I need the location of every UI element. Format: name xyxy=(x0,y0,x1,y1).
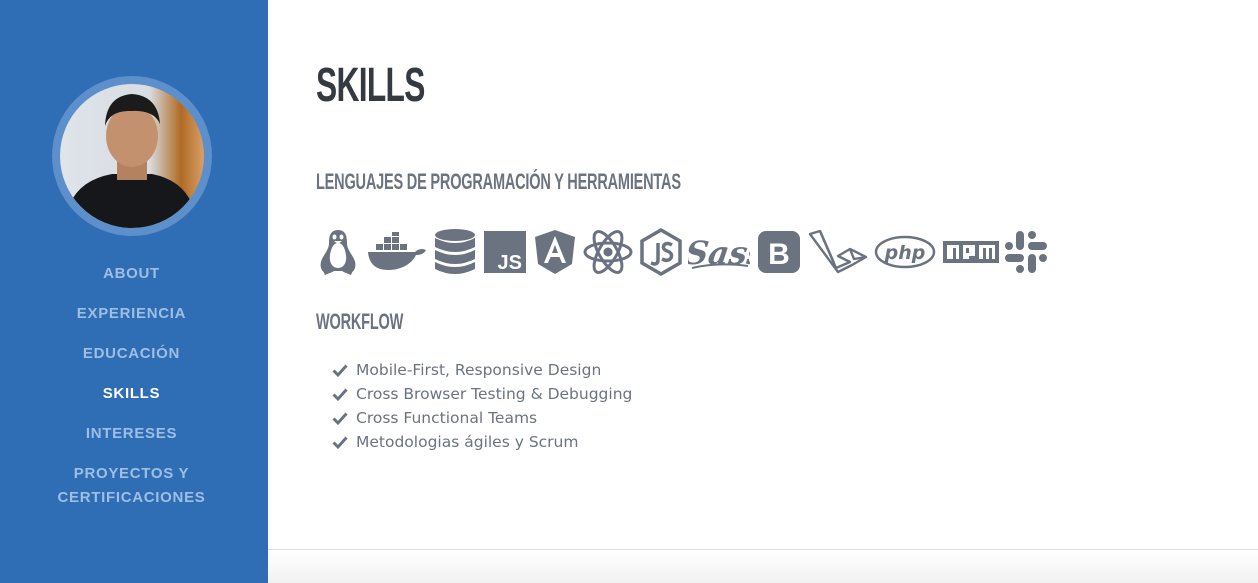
check-icon xyxy=(332,412,348,426)
database-icon xyxy=(433,228,477,276)
js-icon: JS xyxy=(484,228,526,276)
profile-avatar xyxy=(52,76,212,236)
slack-icon xyxy=(1004,228,1048,276)
svg-text:B: B xyxy=(768,238,790,271)
svg-text:php: php xyxy=(884,242,926,264)
workflow-item-text: Metodologias ágiles y Scrum xyxy=(356,433,579,451)
list-item: Metodologias ágiles y Scrum xyxy=(332,430,632,454)
sass-icon: Sass xyxy=(688,228,750,276)
workflow-item-text: Mobile-First, Responsive Design xyxy=(356,361,602,379)
angular-icon xyxy=(535,228,575,276)
list-item: Cross Functional Teams xyxy=(332,406,632,430)
nav-about[interactable]: About xyxy=(0,262,263,286)
list-item: Mobile-First, Responsive Design xyxy=(332,358,632,382)
main-nav: About Experiencia Educación Skills Inter… xyxy=(0,262,263,510)
nav-educacion[interactable]: Educación xyxy=(0,342,263,366)
php-icon: php xyxy=(874,228,936,276)
nav-experiencia[interactable]: Experiencia xyxy=(0,302,263,326)
workflow-heading: WORKFLOW xyxy=(316,309,404,334)
check-icon xyxy=(332,364,348,378)
tech-icons-row: JS Sass B php xyxy=(316,228,1056,276)
workflow-item-text: Cross Browser Testing & Debugging xyxy=(356,385,633,403)
npm-icon xyxy=(942,228,1000,276)
languages-heading: LENGUAJES DE PROGRAMACIÓN Y HERRAMIENTAS xyxy=(316,169,681,194)
docker-icon xyxy=(366,228,428,276)
linux-icon xyxy=(316,228,360,276)
nav-skills[interactable]: Skills xyxy=(0,382,263,406)
nav-proyectos-label: Proyectos y xyxy=(73,465,190,482)
nav-proyectos-certificaciones[interactable]: Proyectos y Certificaciones xyxy=(0,462,263,510)
svg-text:JS: JS xyxy=(498,252,522,273)
nodejs-icon xyxy=(639,228,683,276)
list-item: Cross Browser Testing & Debugging xyxy=(332,382,632,406)
workflow-list: Mobile-First, Responsive Design Cross Br… xyxy=(332,358,632,454)
check-icon xyxy=(332,388,348,402)
react-icon xyxy=(583,228,633,276)
workflow-item-text: Cross Functional Teams xyxy=(356,409,538,427)
check-icon xyxy=(332,436,348,450)
page-title: SKILLS xyxy=(316,59,425,112)
sidebar: About Experiencia Educación Skills Inter… xyxy=(0,0,268,583)
nav-intereses[interactable]: Intereses xyxy=(0,422,263,446)
bootstrap-icon: B xyxy=(757,228,801,276)
next-section-edge xyxy=(268,550,1258,583)
nav-certificaciones-label: Certificaciones xyxy=(57,489,206,506)
laravel-icon xyxy=(807,228,869,276)
